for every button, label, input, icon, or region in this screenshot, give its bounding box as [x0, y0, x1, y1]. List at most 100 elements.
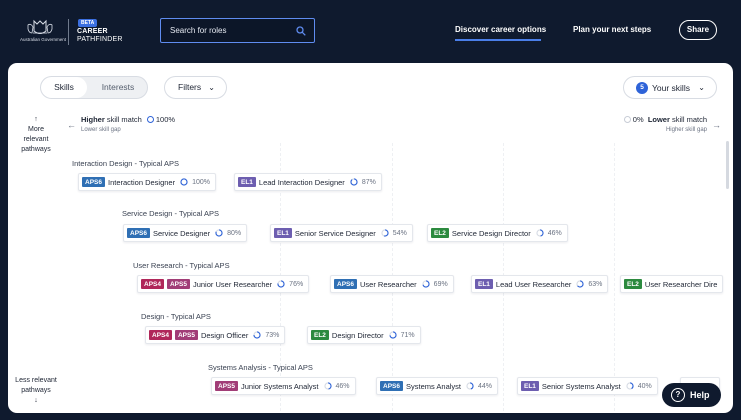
level-badge: EL1	[521, 381, 539, 391]
arrow-down-icon: ↓	[34, 397, 38, 404]
role-name: Lead Interaction Designer	[258, 177, 345, 187]
tab-interests[interactable]: Interests	[87, 77, 147, 98]
role-name: Design Officer	[200, 330, 249, 340]
match-percent: 54%	[392, 229, 407, 237]
pathway-group-title: Systems Analysis - Typical APS	[208, 363, 313, 372]
role-name: Systems Analyst	[405, 381, 462, 391]
level-badge: EL2	[431, 228, 449, 238]
role-card[interactable]: APS6 Service Designer 80%	[123, 224, 248, 242]
level-badge: APS4	[149, 330, 172, 340]
chevron-down-icon: ⌄	[698, 83, 705, 92]
match-percent: 76%	[289, 280, 304, 288]
role-name: Senior Systems Analyst	[541, 381, 621, 391]
level-badge: EL2	[624, 279, 642, 289]
match-ring-icon	[350, 178, 358, 186]
match-ring-icon	[381, 229, 389, 237]
gov-text: Australian Government	[20, 37, 67, 42]
filters-button[interactable]: Filters ⌄	[164, 76, 227, 99]
level-badge: APS6	[334, 279, 357, 289]
match-ring-icon	[215, 229, 223, 237]
level-badge: EL1	[238, 177, 256, 187]
search-input[interactable]: Search for roles	[160, 18, 315, 43]
role-card[interactable]: EL2 Design Director 71%	[307, 326, 421, 344]
logo-line-2[interactable]: PATHFINDER	[77, 36, 123, 43]
role-name: Service Design Director	[451, 228, 531, 238]
role-name: Junior Systems Analyst	[240, 381, 319, 391]
match-ring-icon	[180, 178, 188, 186]
level-badge: APS6	[82, 177, 105, 187]
pathway-group-title: Design - Typical APS	[141, 312, 211, 321]
skills-count-badge: 5	[636, 82, 648, 94]
question-icon: ?	[671, 388, 685, 402]
role-card[interactable]: EL2 User Researcher Dire	[620, 275, 724, 293]
help-label: Help	[690, 390, 710, 400]
nav-active-indicator	[455, 39, 541, 41]
match-ring-icon	[576, 280, 584, 288]
pathway-group-title: User Research - Typical APS	[133, 261, 230, 270]
match-percent: 63%	[588, 280, 603, 288]
pathway-group-title: Interaction Design - Typical APS	[72, 159, 179, 168]
help-button[interactable]: ? Help	[662, 383, 721, 407]
logo-divider	[68, 19, 69, 45]
empty-ring-icon	[623, 116, 631, 123]
role-card[interactable]: EL1 Senior Systems Analyst 40%	[517, 377, 658, 395]
arrow-up-icon: ↑	[34, 116, 38, 123]
match-percent: 40%	[637, 382, 652, 390]
match-ring-icon	[323, 382, 332, 390]
level-badge: APS5	[215, 381, 238, 391]
more-relevant-label: ↑ More relevant pathways	[14, 115, 58, 155]
level-badge: APS6	[127, 228, 150, 238]
match-percent: 46%	[335, 382, 350, 390]
match-ring-icon	[389, 331, 397, 339]
your-skills-label: Your skills	[652, 83, 690, 93]
view-toggle: Skills Interests	[40, 76, 148, 99]
role-card[interactable]: APS5 Junior Systems Analyst 46%	[211, 377, 356, 395]
higher-skill-gap-label: Higher skill gap	[665, 127, 707, 133]
match-percent: 80%	[227, 229, 242, 237]
role-card[interactable]: APS4 APS5 Junior User Researcher 76%	[137, 275, 310, 293]
level-badge: APS4	[141, 279, 164, 289]
match-percent: 71%	[400, 331, 415, 339]
search-icon[interactable]	[296, 26, 306, 36]
level-badge: EL1	[274, 228, 292, 238]
nav-plan-next-steps[interactable]: Plan your next steps	[573, 25, 651, 34]
level-badge: APS5	[174, 330, 198, 340]
role-card[interactable]: APS4 APS5 Design Officer 73%	[145, 326, 286, 344]
match-percent: 46%	[547, 229, 562, 237]
role-card[interactable]: EL1 Lead User Researcher 63%	[471, 275, 609, 293]
search-placeholder: Search for roles	[170, 26, 227, 35]
level-badge: APS6	[380, 381, 403, 391]
share-button[interactable]: Share	[679, 20, 717, 40]
your-skills-button[interactable]: 5 Your skills ⌄	[623, 76, 717, 99]
scrollbar[interactable]	[726, 141, 729, 189]
role-card[interactable]: EL1 Senior Service Designer 54%	[270, 224, 413, 242]
logo-line-1[interactable]: CAREER	[77, 28, 108, 35]
role-name: Service Designer	[152, 228, 211, 238]
match-percent: 69%	[433, 280, 448, 288]
role-card[interactable]: APS6 Systems Analyst 44%	[376, 377, 499, 395]
role-name: Interaction Designer	[107, 177, 176, 187]
role-name: Design Director	[331, 330, 384, 340]
lower-skill-gap-label: Lower skill gap	[81, 127, 121, 133]
role-card[interactable]: EL1 Lead Interaction Designer 87%	[234, 173, 382, 191]
level-badge: APS5	[166, 279, 190, 289]
lower-match-legend: 0% Lower skill match	[619, 115, 707, 124]
role-name: Senior Service Designer	[294, 228, 376, 238]
match-percent: 73%	[265, 331, 280, 339]
role-name: Junior User Researcher	[192, 279, 273, 289]
arrow-left-icon: ←	[67, 120, 76, 130]
tab-skills[interactable]: Skills	[41, 77, 87, 98]
less-relevant-label: Less relevant pathways ↓	[8, 376, 64, 406]
role-name: Lead User Researcher	[495, 279, 572, 289]
match-ring-icon	[253, 331, 261, 339]
nav-discover-career-options[interactable]: Discover career options	[455, 25, 546, 34]
match-ring-icon	[277, 280, 285, 288]
role-name: User Researcher	[359, 279, 417, 289]
role-card[interactable]: APS6 Interaction Designer 100%	[78, 173, 217, 191]
role-card[interactable]: EL2 Service Design Director 46%	[427, 224, 568, 242]
arrow-right-icon: →	[712, 120, 721, 130]
beta-badge: BETA	[78, 19, 98, 27]
role-card[interactable]: APS6 User Researcher 69%	[330, 275, 454, 293]
match-ring-icon	[466, 382, 474, 390]
filters-label: Filters	[178, 82, 202, 92]
